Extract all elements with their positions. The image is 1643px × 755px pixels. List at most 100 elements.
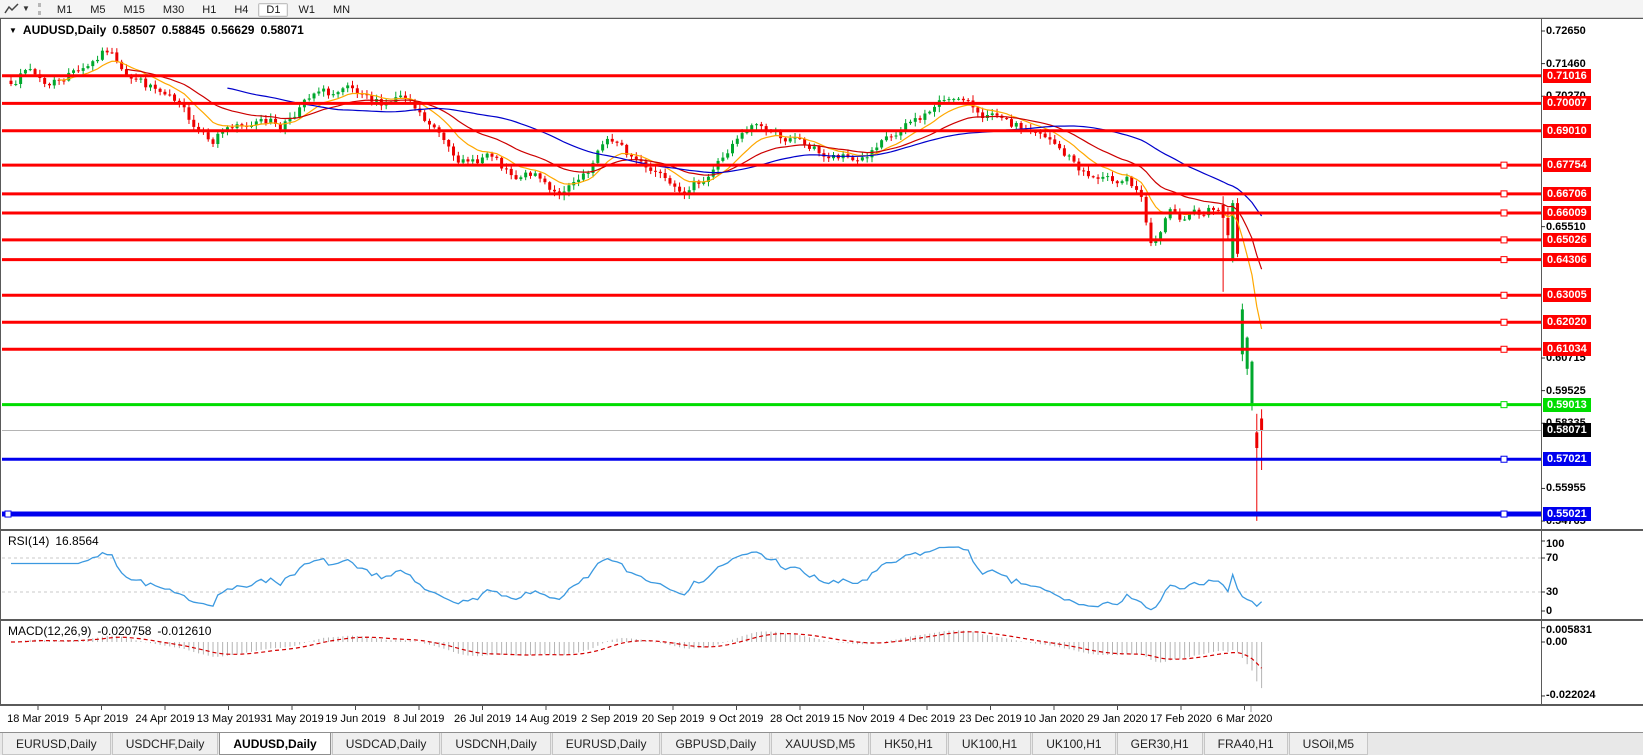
candle-body (115, 52, 118, 61)
candle-body (870, 150, 873, 157)
rsi-tick-label: 0 (1546, 604, 1552, 618)
chart-tab-eurusd-daily[interactable]: EURUSD,Daily (552, 733, 661, 755)
level-price-label: 0.57021 (1543, 452, 1591, 466)
chart-tab-bar: EURUSD,DailyUSDCHF,DailyAUDUSD,DailyUSDC… (0, 732, 1643, 755)
line-handle[interactable] (1501, 210, 1507, 216)
date-tick-label: 8 Jul 2019 (394, 713, 445, 725)
candle-body (495, 157, 498, 158)
timeframe-button-m30[interactable]: M30 (155, 3, 192, 17)
line-handle[interactable] (1501, 402, 1507, 408)
line-handle[interactable] (1501, 237, 1507, 243)
level-price-label: 0.71016 (1543, 69, 1591, 83)
date-tick-label: 10 Jan 2020 (1024, 713, 1085, 725)
ohlc-low: 0.56629 (211, 23, 254, 37)
chart-tab-audusd-daily[interactable]: AUDUSD,Daily (219, 733, 330, 755)
macd-name: MACD(12,26,9) (8, 624, 91, 638)
candle-body (10, 81, 13, 84)
line-handle[interactable] (1501, 257, 1507, 263)
line-handle[interactable] (1501, 292, 1507, 298)
chart-tab-ger30-h1[interactable]: GER30,H1 (1117, 733, 1203, 755)
candle-body (904, 123, 907, 130)
candle-body (524, 173, 527, 178)
candle-body (1255, 432, 1258, 448)
date-tick-label: 15 Nov 2019 (832, 713, 894, 725)
chart-tab-uk100-h1[interactable]: UK100,H1 (1032, 733, 1115, 755)
candle-body (1125, 177, 1128, 182)
candle-body (553, 190, 556, 192)
line-handle[interactable] (5, 511, 11, 517)
candle-body (1082, 170, 1085, 171)
candle-body (967, 100, 970, 101)
chart-tab-usdchf-daily[interactable]: USDCHF,Daily (112, 733, 219, 755)
candle-body (154, 85, 157, 89)
line-handle[interactable] (1501, 346, 1507, 352)
price-tick-label: 0.59525 (1546, 384, 1586, 398)
chart-tab-usdcnh-daily[interactable]: USDCNH,Daily (441, 733, 550, 755)
candle-body (173, 95, 176, 101)
timeframe-button-d1[interactable]: D1 (258, 3, 288, 17)
chart-tab-hk50-h1[interactable]: HK50,H1 (870, 733, 947, 755)
candle-body (24, 70, 27, 73)
chart-tab-uk100-h1[interactable]: UK100,H1 (948, 733, 1031, 755)
candle-body (216, 134, 219, 144)
candle-body (1246, 338, 1249, 369)
candle-body (827, 157, 830, 159)
candle-body (1222, 205, 1225, 218)
candle-body (337, 92, 340, 94)
timeframe-button-m5[interactable]: M5 (82, 3, 113, 17)
timeframe-button-h4[interactable]: H4 (226, 3, 256, 17)
chart-tab-usoil-m5[interactable]: USOil,M5 (1289, 733, 1368, 755)
rsi-canvas[interactable] (1, 531, 1643, 619)
chart-tab-gbpusd-daily[interactable]: GBPUSD,Daily (661, 733, 770, 755)
candle-body (755, 124, 758, 125)
candle-body (106, 51, 109, 53)
price-chart-canvas[interactable] (1, 19, 1643, 529)
macd-indicator-panel: MACD(12,26,9) -0.020758 -0.012610 0.0058… (0, 620, 1643, 705)
candle-body (1130, 177, 1133, 186)
level-price-label: 0.70007 (1543, 96, 1591, 110)
chart-tab-eurusd-daily[interactable]: EURUSD,Daily (2, 733, 111, 755)
timeframe-button-mn[interactable]: MN (325, 3, 358, 17)
candle-body (1092, 176, 1095, 177)
level-price-label: 0.61034 (1543, 342, 1591, 356)
candle-body (447, 140, 450, 147)
rsi-tick-label: 30 (1546, 585, 1558, 599)
candle-body (1063, 148, 1066, 155)
line-handle[interactable] (1501, 191, 1507, 197)
line-handle[interactable] (1501, 319, 1507, 325)
collapse-triangle-icon[interactable]: ▼ (9, 26, 17, 35)
chart-tab-usdcad-daily[interactable]: USDCAD,Daily (332, 733, 441, 755)
candle-body (481, 158, 484, 164)
line-handle[interactable] (1501, 511, 1507, 517)
candle-body (149, 85, 152, 88)
candle-body (72, 70, 75, 73)
time-axis[interactable]: 18 Mar 20195 Apr 201924 Apr 201913 May 2… (0, 705, 1643, 732)
candle-body (933, 107, 936, 112)
line-handle[interactable] (1501, 456, 1507, 462)
line-handle[interactable] (1501, 162, 1507, 168)
macd-label: MACD(12,26,9) -0.020758 -0.012610 (8, 624, 211, 638)
candle-body (875, 148, 878, 151)
timeframe-button-m15[interactable]: M15 (115, 3, 152, 17)
timeframe-button-h1[interactable]: H1 (194, 3, 224, 17)
candle-body (351, 85, 354, 88)
candle-body (91, 61, 94, 66)
level-price-label: 0.62020 (1543, 315, 1591, 329)
candle-body (693, 181, 696, 190)
timeframe-button-m1[interactable]: M1 (49, 3, 80, 17)
candle-body (620, 143, 623, 145)
candle-body (1020, 123, 1023, 129)
chart-tab-xauusd-m5[interactable]: XAUUSD,M5 (771, 733, 869, 755)
candle-body (207, 132, 210, 139)
candle-body (111, 52, 114, 53)
chart-tab-fra40-h1[interactable]: FRA40,H1 (1204, 733, 1288, 755)
timeframe-button-w1[interactable]: W1 (290, 3, 323, 17)
date-tick-label: 28 Oct 2019 (770, 713, 830, 725)
candle-body (534, 173, 537, 176)
candle-body (1097, 177, 1100, 179)
current-price-label: 0.58071 (1543, 423, 1591, 437)
macd-canvas[interactable] (1, 621, 1643, 704)
drawing-tool-icon[interactable]: ▼ (4, 3, 30, 15)
candle-body (1145, 197, 1148, 223)
candle-body (928, 112, 931, 114)
